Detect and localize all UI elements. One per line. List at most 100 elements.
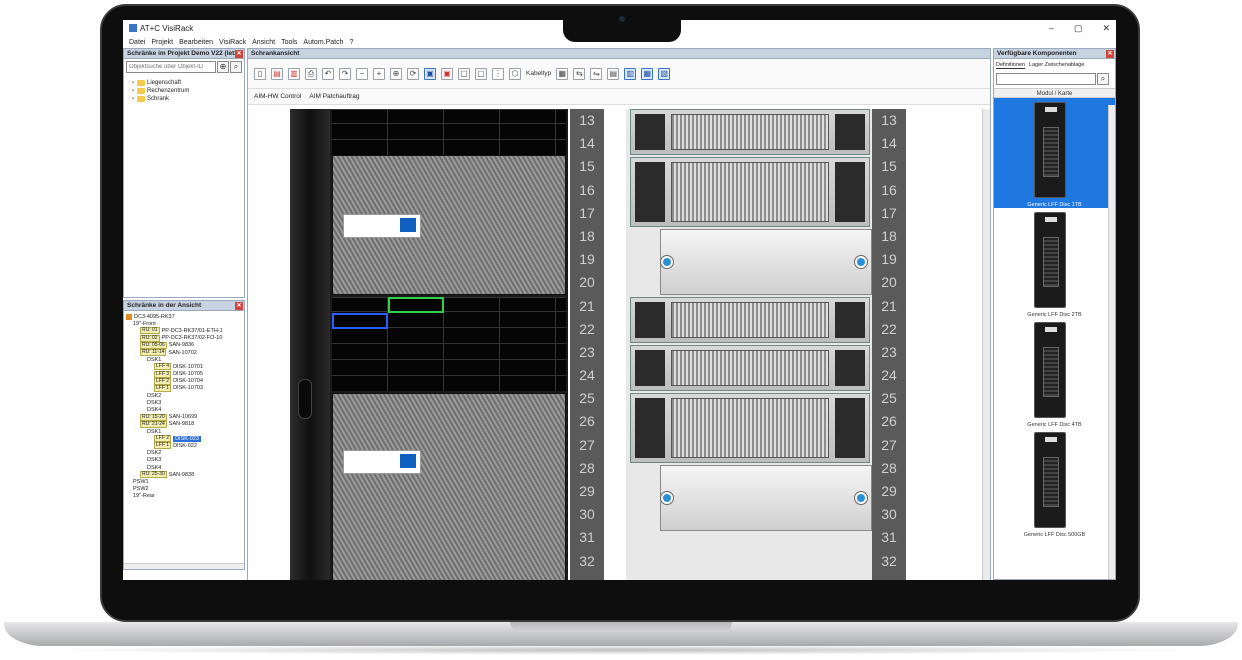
tree-row[interactable]: PSW1 xyxy=(126,478,244,485)
component-item[interactable]: Generic LFF Disc 4TB xyxy=(994,318,1115,428)
search-icon[interactable]: ⌕ xyxy=(230,61,242,73)
menu-tools[interactable]: Tools xyxy=(281,39,297,46)
close-icon[interactable]: ✕ xyxy=(1106,50,1114,58)
zoom-search-icon[interactable]: ⊕ xyxy=(217,61,229,73)
tree-row[interactable]: RU: 05-06 SAN-9836 xyxy=(126,341,244,349)
rear-chassis[interactable] xyxy=(630,109,870,155)
front-view-icon[interactable]: ▣ xyxy=(424,67,436,80)
menu-projekt[interactable]: Projekt xyxy=(151,39,173,46)
menu-autom-patch[interactable]: Autom.Patch xyxy=(303,39,343,46)
grid-view-icon[interactable]: ▦ xyxy=(556,67,569,80)
undo-icon[interactable]: ↶ xyxy=(322,67,334,80)
component-search-input[interactable] xyxy=(996,73,1096,85)
module-icon[interactable]: ⬡ xyxy=(509,67,521,80)
tree-row[interactable]: DSK1 xyxy=(126,356,244,363)
side-view-icon[interactable]: ▢ xyxy=(458,67,470,80)
patch-icon[interactable]: ⇋ xyxy=(590,67,603,80)
tab-lager[interactable]: Lager Zwischenablage xyxy=(1029,62,1084,69)
maximize-button[interactable]: ▢ xyxy=(1074,23,1083,34)
open-icon[interactable]: ▤ xyxy=(271,67,283,80)
tree-row[interactable]: RU: 02 PP-DC3-RK37/02-FO-10 xyxy=(126,334,244,342)
minimize-button[interactable]: – xyxy=(1049,23,1054,33)
details-icon[interactable]: ⋮ xyxy=(492,67,504,80)
component-item[interactable]: Generic LFF Disc 2TB xyxy=(994,208,1115,318)
tree-row[interactable]: DSK4 xyxy=(126,464,244,471)
tree-row[interactable]: RU: 15-20 SAN-10699 xyxy=(126,413,244,421)
close-button[interactable]: ✕ xyxy=(1102,23,1110,34)
tree-row[interactable]: RU: 21-24 SAN-9818 xyxy=(126,420,244,428)
redo-icon[interactable]: ↷ xyxy=(339,67,351,80)
controller-slot[interactable] xyxy=(332,297,566,391)
vertical-scrollbar[interactable] xyxy=(982,109,990,580)
label-view-icon[interactable]: ▢ xyxy=(475,67,487,80)
expand-icon[interactable]: › xyxy=(132,80,134,86)
tree-item-liegenschaft[interactable]: › Liegenschaft xyxy=(132,79,244,87)
selection-highlight-green[interactable] xyxy=(388,297,444,313)
tree-row[interactable]: LFF 2 DISK-023 xyxy=(126,435,244,443)
expand-icon[interactable]: › xyxy=(132,96,134,102)
tree-row[interactable]: LFF 1 DISK-022 xyxy=(126,442,244,450)
rack-canvas[interactable]: 13 14 15 16 17 18 19 20 21 22 23 24 25 26 27 28 29 30 31 32 xyxy=(248,109,988,580)
tab-definitionen[interactable]: Definitionen xyxy=(996,62,1026,69)
tab-aim-patchauftrag[interactable]: AIM Patchauftrag xyxy=(309,93,359,100)
tree-row[interactable]: DC3-4095-RK37 xyxy=(126,313,244,320)
tree-row[interactable]: DSK2 xyxy=(126,450,244,457)
dual-view-icon[interactable]: ▥ xyxy=(624,67,637,80)
menu-visirack[interactable]: VisiRack xyxy=(219,39,246,46)
save-icon[interactable]: ▥ xyxy=(288,67,300,80)
menu-datei[interactable]: Datei xyxy=(129,39,145,46)
tree-row[interactable]: 19"-Rear xyxy=(126,493,244,500)
tree-row[interactable]: 19"-Front xyxy=(126,320,244,327)
tree-row[interactable]: DSK4 xyxy=(126,406,244,413)
tree-row[interactable]: DSK2 xyxy=(126,392,244,399)
component-item[interactable]: Generic LFF Disc 1TB xyxy=(994,98,1115,208)
tree-row[interactable]: DSK3 xyxy=(126,399,244,406)
close-icon[interactable]: ✕ xyxy=(235,50,243,58)
tree-row[interactable]: LFF 3 DISK-10705 xyxy=(126,370,244,378)
tree-row[interactable]: RU: 25-30 SAN-9838 xyxy=(126,471,244,479)
layout-icon[interactable]: ▤ xyxy=(607,67,620,80)
selection-highlight-blue[interactable] xyxy=(332,313,388,329)
object-search-input[interactable] xyxy=(126,61,216,73)
zoom-out-icon[interactable]: − xyxy=(356,67,368,80)
menu-ansicht[interactable]: Ansicht xyxy=(252,39,275,46)
tree-item-rechenzentrum[interactable]: › Rechenzentrum xyxy=(132,87,244,95)
tree-row[interactable]: DSK1 xyxy=(126,428,244,435)
tree-item-schrank[interactable]: › Schrank xyxy=(132,95,244,103)
overview-icon[interactable]: ▧ xyxy=(658,67,671,80)
rear-chassis[interactable] xyxy=(630,393,870,463)
tree-row[interactable]: RU: 11-14 SAN-10702 xyxy=(126,349,244,357)
rear-chassis[interactable] xyxy=(630,345,870,391)
tree-row[interactable]: DSK3 xyxy=(126,457,244,464)
tree-row[interactable]: LFF 1 DISK-10703 xyxy=(126,384,244,392)
horizontal-scrollbar[interactable] xyxy=(124,563,244,569)
storage-shelf-bottom[interactable] xyxy=(332,393,566,580)
connect-icon[interactable]: ⇆ xyxy=(573,67,586,80)
tree-row[interactable]: LFF 2 DISK-10704 xyxy=(126,377,244,385)
print-icon[interactable]: ⎙ xyxy=(305,67,317,80)
menu-bearbeiten[interactable]: Bearbeiten xyxy=(179,39,213,46)
rack-handle[interactable] xyxy=(298,379,312,419)
rear-shelf[interactable] xyxy=(660,229,872,295)
rear-chassis-selected[interactable] xyxy=(630,297,870,343)
rear-view-icon[interactable]: ▣ xyxy=(441,67,453,80)
tree-row[interactable]: RU: 01 PP-DC3-RK37/01-ETH-1 xyxy=(126,327,244,335)
search-icon[interactable]: ⌕ xyxy=(1097,73,1109,85)
expand-icon[interactable]: › xyxy=(132,88,134,94)
rear-chassis[interactable] xyxy=(630,157,870,227)
tab-aim-hw-control[interactable]: AIM-HW Control xyxy=(254,93,301,100)
cable-type-label[interactable]: Kabeltyp xyxy=(526,70,551,77)
refresh-icon[interactable]: ⟳ xyxy=(407,67,419,80)
zoom-in-icon[interactable]: + xyxy=(373,67,385,80)
menu-help[interactable]: ? xyxy=(350,39,354,46)
component-item[interactable]: Generic LFF Disc 500GB xyxy=(994,428,1115,538)
tree-row[interactable]: LFF 4 DISK-10701 xyxy=(126,363,244,371)
new-icon[interactable]: ▯ xyxy=(254,67,266,80)
tree-row[interactable]: PSW2 xyxy=(126,486,244,493)
rear-shelf[interactable] xyxy=(660,465,872,531)
zoom-fit-icon[interactable]: ⊕ xyxy=(390,67,402,80)
storage-shelf-top[interactable] xyxy=(332,155,566,295)
vertical-scrollbar[interactable] xyxy=(1108,105,1115,579)
compare-icon[interactable]: ▦ xyxy=(641,67,654,80)
close-icon[interactable]: ✕ xyxy=(235,302,243,310)
